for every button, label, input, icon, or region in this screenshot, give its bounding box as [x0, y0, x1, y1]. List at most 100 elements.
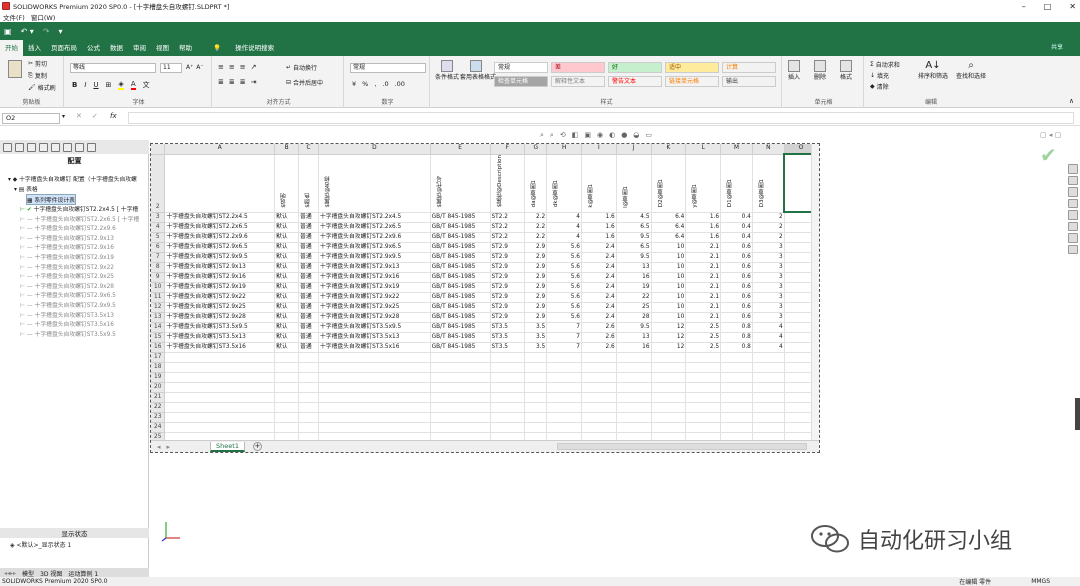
cell[interactable]: 0.8: [720, 332, 753, 343]
cell[interactable]: [490, 382, 526, 393]
tree-config-item[interactable]: ⊢ — 十字槽盘头自攻螺钉ST3.5x16: [20, 319, 114, 328]
cell[interactable]: [298, 382, 319, 393]
cell[interactable]: 0.6: [720, 252, 753, 263]
cell[interactable]: 28: [616, 312, 652, 323]
cell[interactable]: 10: [651, 292, 687, 303]
cell[interactable]: 2.1: [685, 262, 722, 273]
home-icon[interactable]: [1068, 164, 1078, 174]
cell[interactable]: [274, 362, 300, 373]
cell[interactable]: 十字槽盘头自攻螺钉ST2.9x19: [318, 282, 431, 293]
cell[interactable]: GB/T 845-1985: [430, 302, 491, 313]
row-header[interactable]: 18: [151, 362, 166, 373]
cell[interactable]: 3: [752, 252, 785, 263]
cell[interactable]: 普通: [298, 332, 319, 343]
column-header[interactable]: M: [720, 144, 753, 155]
tab-formulas[interactable]: 公式: [82, 40, 105, 56]
view-settings-icon[interactable]: ▭: [645, 131, 652, 140]
tab-home[interactable]: 开始: [0, 40, 23, 56]
header-cell[interactable]: dk@草图1: [546, 154, 582, 213]
header-cell[interactable]: D1@草图1: [720, 154, 753, 213]
cell[interactable]: 10: [651, 302, 687, 313]
cell[interactable]: [318, 362, 431, 373]
cell[interactable]: 4: [546, 232, 582, 243]
sheet-tab-sheet1[interactable]: Sheet1: [210, 441, 245, 452]
cell[interactable]: 0.4: [720, 232, 753, 243]
cell[interactable]: [490, 402, 526, 413]
cell[interactable]: 2.1: [685, 302, 722, 313]
cell[interactable]: 2.1: [685, 312, 722, 323]
autosum-button[interactable]: Σ 自动求和: [870, 60, 900, 69]
cell[interactable]: 16: [616, 342, 652, 353]
header-cell[interactable]: $属性@Description: [490, 154, 526, 213]
cell[interactable]: [685, 392, 722, 403]
namebox-dropdown-icon[interactable]: ▾: [62, 113, 65, 120]
confirm-check-icon[interactable]: ✔: [1040, 143, 1057, 167]
header-cell[interactable]: $说明: [274, 154, 300, 213]
cell[interactable]: 2.4: [581, 292, 617, 303]
sheet-scroll-right-icon[interactable]: ▸: [167, 443, 171, 451]
cell[interactable]: 7: [546, 342, 582, 353]
column-header[interactable]: L: [685, 144, 722, 155]
column-header[interactable]: H: [546, 144, 582, 155]
property-manager-icon[interactable]: [15, 142, 24, 152]
cell[interactable]: ST2.9: [490, 312, 526, 323]
wrap-text-button[interactable]: ↵ 自动换行: [286, 63, 317, 72]
cell[interactable]: 0.8: [720, 342, 753, 353]
cell[interactable]: [720, 412, 753, 423]
cell[interactable]: 4: [752, 322, 785, 333]
cell[interactable]: [651, 392, 687, 403]
row-header[interactable]: 10: [151, 282, 166, 293]
cell[interactable]: 3: [752, 272, 785, 283]
cell[interactable]: 3: [752, 242, 785, 253]
select-all-corner[interactable]: [151, 144, 166, 155]
cell[interactable]: 十字槽盘头自攻螺钉ST2.9x25: [164, 302, 276, 313]
row-header[interactable]: 15: [151, 332, 166, 343]
cell[interactable]: 16: [616, 272, 652, 283]
cell[interactable]: [616, 372, 652, 383]
cell[interactable]: [524, 382, 548, 393]
tab-nav-icon[interactable]: ◂◂▸▸: [4, 570, 16, 577]
cell[interactable]: 普通: [298, 282, 319, 293]
cell[interactable]: 5.6: [546, 242, 582, 253]
percent-icon[interactable]: %: [362, 80, 368, 88]
cell[interactable]: 2.9: [524, 312, 548, 323]
tree-root[interactable]: ▾ ◆ 十字槽盘头自攻螺钉 配置（十字槽盘头自攻螺: [8, 174, 137, 183]
column-header[interactable]: A: [164, 144, 276, 155]
cell[interactable]: 10: [651, 262, 687, 273]
display-style-icon[interactable]: ◉: [597, 131, 603, 140]
cell[interactable]: 10: [651, 272, 687, 283]
cell[interactable]: 0.6: [720, 302, 753, 313]
tree-config-item[interactable]: ⊢ — 十字槽盘头自攻螺钉ST2.9x25: [20, 271, 114, 280]
border-icon[interactable]: ⊞: [106, 81, 112, 89]
cell[interactable]: [164, 382, 276, 393]
cell[interactable]: 13: [616, 332, 652, 343]
header-cell[interactable]: $颜色: [298, 154, 319, 213]
menu-file[interactable]: 文件(F): [3, 12, 25, 22]
cell[interactable]: 0.6: [720, 312, 753, 323]
tree-tables[interactable]: ▾ ▤ 表格: [14, 184, 38, 193]
cell[interactable]: [524, 362, 548, 373]
indent-icon[interactable]: ⇥: [251, 78, 257, 86]
copy-button[interactable]: ⎘ 复制: [28, 71, 47, 81]
cell[interactable]: GB/T 845-1985: [430, 342, 491, 353]
sheet-vertical-scrollbar[interactable]: [811, 144, 819, 440]
cell[interactable]: 7: [546, 322, 582, 333]
cell[interactable]: [720, 422, 753, 433]
header-cell[interactable]: [164, 154, 276, 213]
align-left-icon[interactable]: ≣: [218, 78, 224, 86]
column-header[interactable]: E: [430, 144, 491, 155]
sheet-horizontal-scrollbar[interactable]: [557, 443, 807, 450]
tree-config-item[interactable]: ⊢ — 十字槽盘头自攻螺钉ST2.9x19: [20, 252, 114, 261]
cell[interactable]: [685, 412, 722, 423]
cell[interactable]: [164, 402, 276, 413]
row-header[interactable]: 23: [151, 412, 166, 423]
cell[interactable]: [318, 372, 431, 383]
header-cell[interactable]: D2@草图1: [651, 154, 687, 213]
cell[interactable]: 2.9: [524, 262, 548, 273]
cell[interactable]: 默认: [274, 342, 300, 353]
tab-view[interactable]: 视图: [151, 40, 174, 56]
cell[interactable]: [752, 372, 785, 383]
cell[interactable]: 2.9: [524, 292, 548, 303]
cell[interactable]: [651, 352, 687, 363]
italic-icon[interactable]: I: [84, 81, 86, 89]
